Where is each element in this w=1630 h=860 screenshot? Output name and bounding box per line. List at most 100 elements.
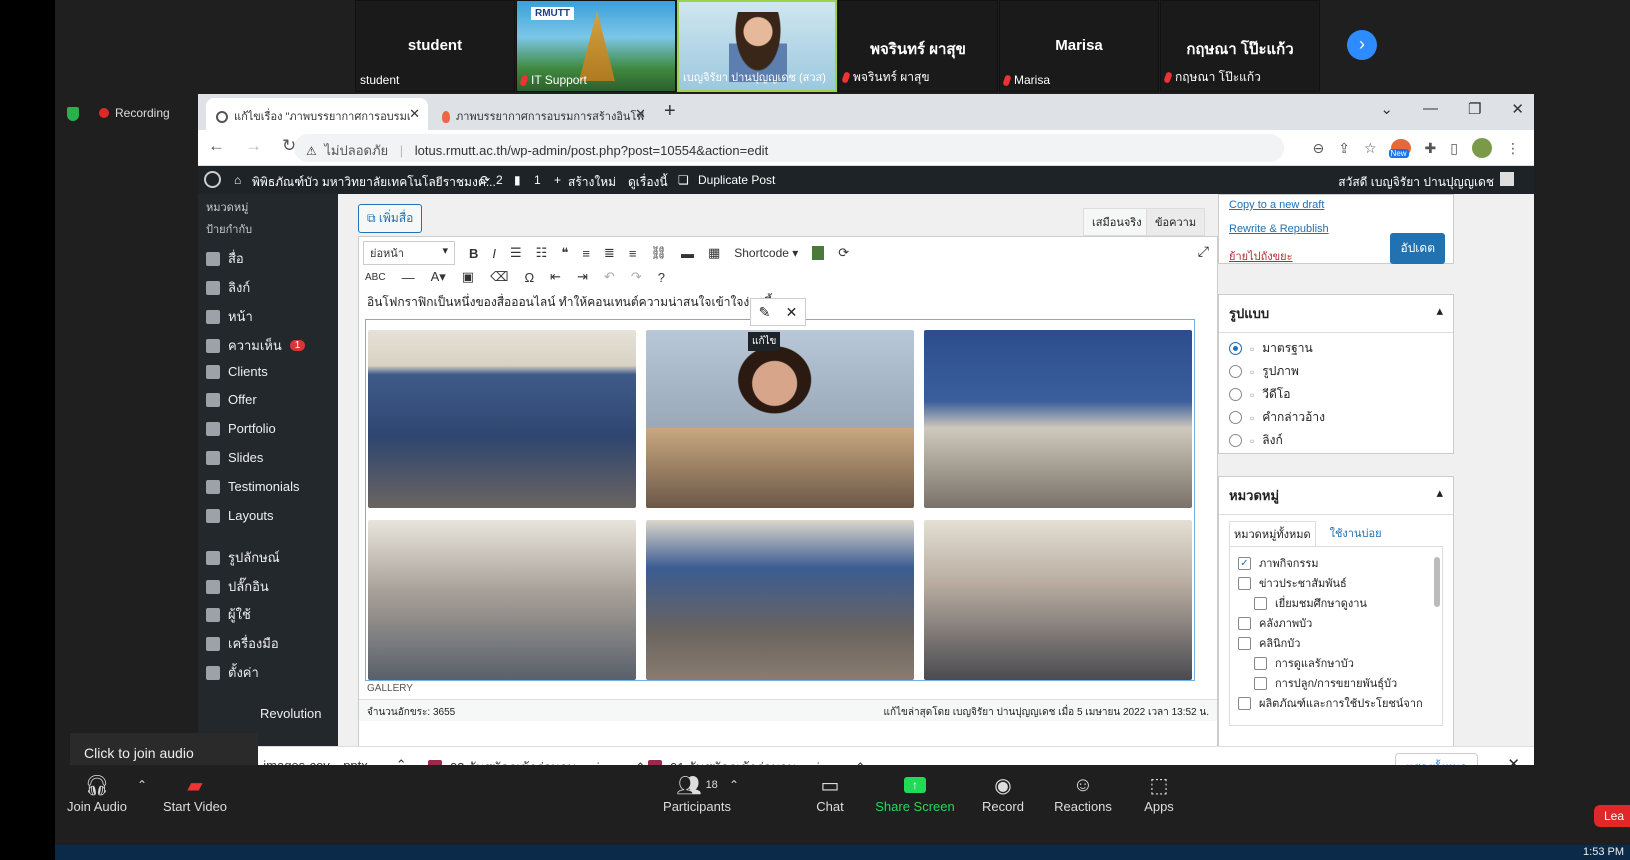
radio-button[interactable] [1229,434,1242,447]
clear-format-icon[interactable]: ⌫ [490,269,508,285]
sidebar-item-8[interactable]: Testimonials [206,479,300,494]
sidebar-item-2[interactable]: หน้า [206,306,253,327]
strikethrough-icon[interactable]: ABC [365,272,386,283]
intro-paragraph[interactable]: อินโฟกราฟิกเป็นหนึ่งของสื่อออนไลน์ ทำให้… [367,293,779,312]
close-tab-icon[interactable]: ✕ [635,106,646,122]
remove-gallery-icon[interactable]: ✕ [786,304,798,321]
gallery-photo-participants[interactable] [924,330,1192,508]
participant-tile[interactable]: Marisa Marisa [999,0,1159,92]
edit-pencil-icon[interactable]: ✎ [759,304,771,321]
sidebar-submenu-tags[interactable]: ป้ายกำกับ [206,220,252,238]
category-scrollbar[interactable] [1434,557,1440,607]
start-video-button[interactable]: ▰ Start Video [145,771,245,815]
back-icon[interactable]: ← [208,136,225,156]
profile-avatar[interactable] [1472,138,1492,158]
zoom-out-icon[interactable]: ⊖ [1313,140,1325,157]
rewrite-republish-link[interactable]: Rewrite & Republish [1229,223,1329,235]
participant-tile[interactable]: กฤษณา โป๊ะแก้ว กฤษณา โป๊ะแก้ว [1160,0,1320,92]
add-media-button[interactable]: ⧉ เพิ่มสื่อ [358,204,423,233]
read-more-icon[interactable]: ▬ [681,246,694,261]
align-right-icon[interactable]: ≡ [629,246,637,261]
category-item[interactable]: เยี่ยมชมศึกษาดูงาน [1238,593,1434,613]
tab-edit-post[interactable]: แก้ไขเรื่อง "ภาพบรรยากาศการอบรมเ ✕ [206,98,428,130]
menu-dots-icon[interactable]: ⋮ [1506,140,1520,157]
gallery-photo-speaker[interactable] [646,330,914,508]
duplicate-post-link[interactable]: Duplicate Post [698,173,775,187]
radio-button[interactable] [1229,342,1242,355]
sidebar-item-11[interactable]: ปลั๊กอิน [206,576,269,597]
shortcode-menu[interactable]: Shortcode ▾ [734,246,798,260]
checkbox[interactable] [1238,616,1251,630]
tab-most-used[interactable]: ใช้งานบ่อย [1326,521,1386,546]
wordpress-logo-icon[interactable] [204,171,221,188]
format-option[interactable]: ▫ วีดีโอ [1219,383,1453,406]
extensions-puzzle-icon[interactable]: ✚ [1425,140,1437,157]
participant-tile-video[interactable]: RMUTT IT Support [516,0,676,92]
recording-indicator[interactable]: Recording [99,106,170,120]
sidebar-item-4[interactable]: Clients [206,364,268,379]
apps-button[interactable]: ⬚ Apps [1109,771,1209,815]
sidebar-item-3[interactable]: ความเห็น 1 [206,335,306,356]
checkbox[interactable] [1238,636,1251,650]
tab-infographic[interactable]: ภาพบรรยากาศการอบรมการสร้างอินโฟ ✕ [432,98,654,130]
tab-search-icon[interactable]: ⌄ [1380,100,1393,118]
gallery-photo-room[interactable] [646,520,914,680]
format-select[interactable]: ย่อหน้า ▾ [363,241,455,265]
format-option[interactable]: ▫ รูปภาพ [1219,360,1453,383]
restore-icon[interactable]: ❐ [1468,100,1481,118]
sidebar-item-14[interactable]: ตั้งค่า [206,662,259,683]
gallery-block[interactable]: ✎ ✕ แก้ไข [365,298,1195,681]
help-icon[interactable]: ? [658,270,665,285]
comments-count[interactable]: 1 [534,173,541,187]
numbered-list-icon[interactable]: ☷ [536,245,548,261]
forward-icon[interactable]: → [245,136,262,156]
sidebar-item-revolution[interactable]: Revolution [206,706,321,721]
radio-button[interactable] [1229,411,1242,424]
paste-text-icon[interactable]: ▣ [462,269,474,285]
update-button[interactable]: อัปเดต [1390,233,1445,264]
indent-icon[interactable]: ⇥ [577,269,588,285]
sidebar-submenu-categories[interactable]: หมวดหมู่ [206,198,248,216]
format-option[interactable]: ▫ มาตรฐาน [1219,337,1453,360]
sidebar-item-5[interactable]: Offer [206,392,257,407]
text-color-icon[interactable]: A▾ [431,269,446,285]
join-audio-button[interactable]: 🎧︎ Join Audio [47,771,147,815]
radio-button[interactable] [1229,365,1242,378]
outdent-icon[interactable]: ⇤ [550,269,561,285]
minimize-icon[interactable]: — [1423,100,1438,118]
bookmark-star-icon[interactable]: ☆ [1364,140,1377,157]
category-item[interactable]: การดูแลรักษาบัว [1238,653,1434,673]
undo-icon[interactable]: ↶ [604,269,615,285]
checkbox[interactable] [1254,596,1267,610]
participant-tile[interactable]: student student [355,0,515,92]
fullscreen-icon[interactable]: ⤢ [1198,243,1209,260]
toolbar-toggle-icon[interactable]: ▦ [708,245,720,261]
special-char-icon[interactable]: Ω [524,270,534,285]
new-content-link[interactable]: สร้างใหม่ [568,173,616,192]
italic-icon[interactable]: I [492,246,496,261]
plugin-green-icon[interactable] [812,246,825,260]
sidebar-item-10[interactable]: รูปลักษณ์ [206,547,280,568]
checkbox[interactable] [1238,576,1251,590]
gallery-photo-classroom[interactable] [368,330,636,508]
category-item[interactable]: การปลูก/การขยายพันธุ์บัว [1238,673,1434,693]
security-shield-icon[interactable] [67,107,79,121]
link-icon[interactable]: ⛓ [650,245,667,261]
align-center-icon[interactable]: ≣ [604,245,615,261]
category-checklist[interactable]: ✓ ภาพกิจกรรม ข่าวประชาสัมพันธ์ เยี่ยมชมศึกษ… [1229,546,1443,726]
sidebar-icon[interactable]: ▯ [1450,140,1458,157]
copy-draft-link[interactable]: Copy to a new draft [1229,199,1324,211]
share-screen-button[interactable]: ↑ Share Screen [865,771,965,814]
redo-icon[interactable]: ↷ [631,269,642,285]
bold-icon[interactable]: B [469,246,478,261]
horizontal-line-icon[interactable]: — [402,270,415,285]
checkbox[interactable]: ✓ [1238,556,1251,570]
sidebar-item-9[interactable]: Layouts [206,508,274,523]
align-left-icon[interactable]: ≡ [582,246,590,261]
view-post-link[interactable]: ดูเรื่องนี้ [628,173,668,192]
checkbox[interactable] [1254,656,1267,670]
blockquote-icon[interactable]: ❝ [561,245,568,261]
bullet-list-icon[interactable]: ☰ [510,245,522,261]
tab-visual[interactable]: เสมือนจริง [1083,208,1151,236]
checkbox[interactable] [1254,676,1267,690]
